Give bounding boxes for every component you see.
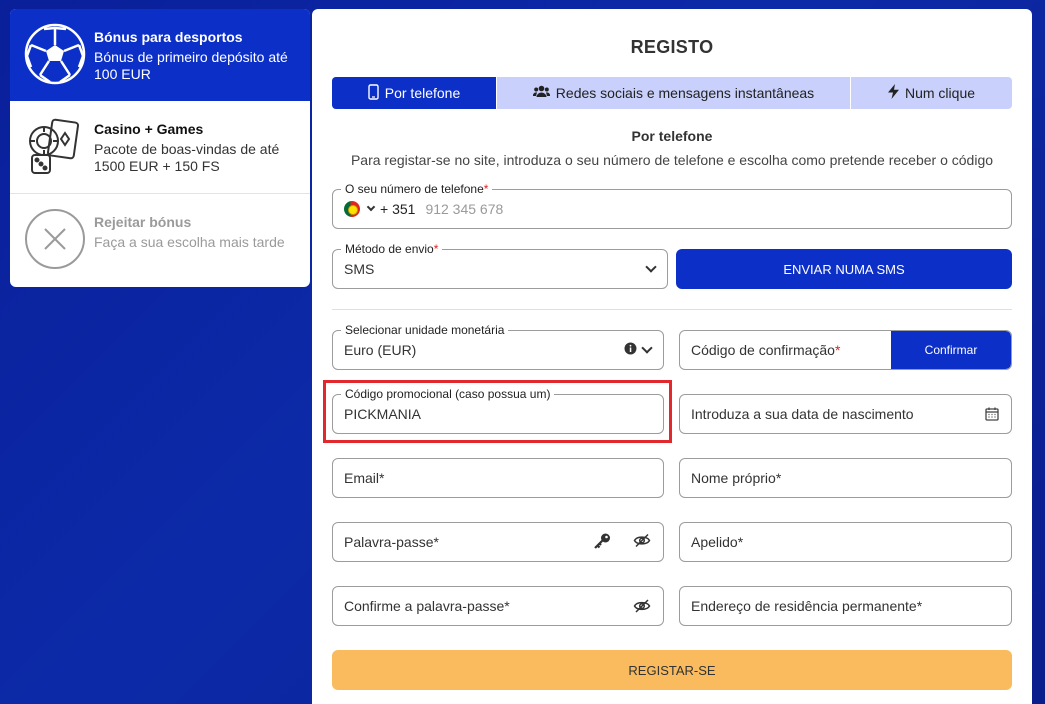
- birthdate-field[interactable]: Introduza a sua data de nascimento: [679, 394, 1012, 434]
- send-method-value: SMS: [344, 261, 375, 277]
- address-field[interactable]: Endereço de residência permanente*: [679, 586, 1012, 626]
- send-sms-button[interactable]: ENVIAR NUMA SMS: [676, 249, 1012, 289]
- users-icon: [532, 85, 550, 101]
- phone-icon: [368, 83, 379, 103]
- currency-label: Selecionar unidade monetária: [345, 323, 505, 337]
- email-field[interactable]: Email*: [332, 458, 664, 498]
- tab-label: Redes sociais e mensagens instantâneas: [555, 85, 815, 101]
- address-input[interactable]: Endereço de residência permanente*: [691, 598, 922, 614]
- phone-input[interactable]: 912 345 678: [425, 201, 503, 217]
- casino-chips-icon: [24, 115, 86, 177]
- section-title: Por telefone: [631, 128, 713, 144]
- tab-label: Por telefone: [384, 85, 461, 101]
- last-name-field[interactable]: Apelido*: [679, 522, 1012, 562]
- first-name-input[interactable]: Nome próprio*: [691, 470, 781, 486]
- bonus-option-reject[interactable]: Rejeitar bónus Faça a sua escolha mais t…: [10, 194, 310, 287]
- portugal-flag-icon: [344, 201, 360, 217]
- phone-country-code: + 351: [380, 201, 416, 217]
- lightning-icon: [887, 84, 899, 102]
- confirm-button[interactable]: Confirmar: [891, 331, 1011, 369]
- password-field[interactable]: Palavra-passe*: [332, 522, 664, 562]
- bonus-description: Pacote de boas-vindas de até 1500 EUR + …: [94, 141, 280, 174]
- eye-slash-icon[interactable]: [633, 599, 651, 613]
- bonus-option-casino[interactable]: Casino + Games Pacote de boas-vindas de …: [10, 101, 310, 194]
- currency-select[interactable]: Selecionar unidade monetária Euro (EUR): [332, 322, 664, 370]
- last-name-input[interactable]: Apelido*: [691, 534, 743, 550]
- bonus-title: Casino + Games: [94, 121, 204, 137]
- bonus-option-sports[interactable]: Bónus para desportos Bónus de primeiro d…: [10, 9, 310, 101]
- confirmation-code-field[interactable]: Código de confirmação* Confirmar: [679, 330, 1012, 370]
- bonus-description: Faça a sua escolha mais tarde: [94, 234, 285, 250]
- tab-social[interactable]: Redes sociais e mensagens instantâneas: [497, 77, 851, 109]
- currency-value: Euro (EUR): [344, 342, 417, 358]
- section-description: Para registar-se no site, introduza o se…: [350, 152, 994, 168]
- bonus-title: Rejeitar bónus: [94, 214, 192, 230]
- email-input[interactable]: Email*: [344, 470, 384, 486]
- calendar-icon[interactable]: [985, 407, 999, 421]
- bonus-description: Bónus de primeiro depósito até 100 EUR: [94, 49, 288, 82]
- send-method-select[interactable]: Método de envio* SMS: [332, 241, 668, 289]
- promo-code-highlight: [323, 380, 672, 443]
- password-input[interactable]: Palavra-passe*: [344, 534, 439, 550]
- tab-one-click[interactable]: Num clique: [851, 77, 1012, 109]
- bonus-panel: Bónus para desportos Bónus de primeiro d…: [10, 9, 310, 287]
- close-circle-icon: [24, 208, 86, 270]
- page-title: REGISTO: [630, 37, 714, 57]
- first-name-field[interactable]: Nome próprio*: [679, 458, 1012, 498]
- confirm-password-field[interactable]: Confirme a palavra-passe*: [332, 586, 664, 626]
- tab-phone[interactable]: Por telefone: [332, 77, 497, 109]
- registration-card: REGISTO Por telefone Redes sociais e men…: [312, 9, 1032, 704]
- phone-label: O seu número de telefone: [345, 182, 484, 196]
- bonus-title: Bónus para desportos: [94, 29, 243, 45]
- info-icon[interactable]: [624, 342, 637, 358]
- tab-label: Num clique: [904, 85, 976, 101]
- soccer-ball-icon: [24, 23, 86, 85]
- confirm-password-input[interactable]: Confirme a palavra-passe*: [344, 598, 510, 614]
- chevron-down-icon[interactable]: [366, 202, 376, 212]
- confirmation-code-input[interactable]: Código de confirmação: [691, 342, 835, 358]
- chevron-down-icon: [645, 261, 657, 273]
- registration-tabs: Por telefone Redes sociais e mensagens i…: [332, 77, 1012, 109]
- birthdate-input[interactable]: Introduza a sua data de nascimento: [691, 406, 914, 422]
- divider: [332, 309, 1012, 310]
- register-button[interactable]: REGISTAR-SE: [332, 650, 1012, 690]
- send-method-label: Método de envio: [345, 242, 434, 256]
- chevron-down-icon: [641, 342, 653, 354]
- eye-slash-icon[interactable]: [633, 533, 651, 551]
- phone-field[interactable]: O seu número de telefone* + 351 912 345 …: [332, 181, 1012, 229]
- key-icon[interactable]: [593, 533, 611, 552]
